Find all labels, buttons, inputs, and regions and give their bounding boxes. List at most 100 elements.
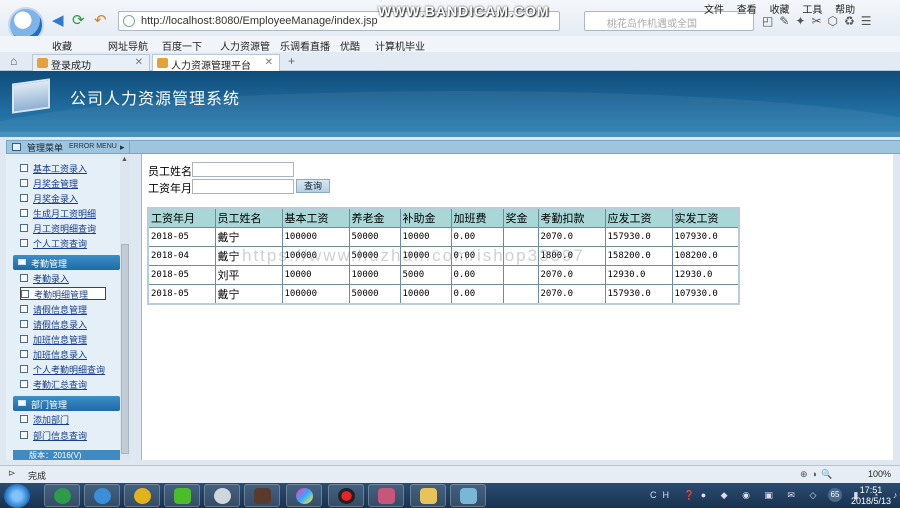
- fav-live[interactable]: 乐调看直播: [280, 38, 330, 53]
- taskbar-app-11[interactable]: [450, 484, 486, 507]
- doc-icon: [20, 274, 28, 282]
- salary-month-label: 工资年月: [148, 183, 192, 195]
- sidebar-item-leave-manage[interactable]: 请假信息管理: [20, 303, 87, 316]
- cell-gross: 158200.0: [604, 246, 673, 266]
- app-icon: [254, 488, 271, 504]
- favorites-bar: 收藏 网址导航 百度一下 人力资源管 乐调看直播 优酷 计算机毕业: [0, 36, 900, 53]
- sidebar-item-label: 考勤录入: [33, 274, 70, 284]
- status-icons[interactable]: ⊕◑🔍: [800, 469, 836, 480]
- home-icon[interactable]: ⌂: [10, 54, 17, 68]
- fav-baidu[interactable]: 百度一下: [162, 38, 202, 53]
- close-icon[interactable]: ✕: [265, 57, 273, 68]
- col-gross-pay: 应发工资: [604, 207, 673, 228]
- cell-subsidy: 10000: [399, 227, 452, 247]
- fav-youku[interactable]: 优酷: [340, 38, 360, 53]
- fav-graduate[interactable]: 计算机毕业: [375, 38, 425, 53]
- taskbar-app-7[interactable]: [286, 484, 322, 507]
- sidebar-item-generate-detail[interactable]: 生成月工资明细: [20, 207, 96, 220]
- sidebar-item-attendance-summary[interactable]: 考勤汇总查询: [20, 378, 87, 391]
- employee-name-input[interactable]: [192, 162, 294, 177]
- menu-icon: [12, 143, 21, 151]
- cell-month: 2018-05: [147, 265, 216, 285]
- cell-net: 12930.0: [671, 265, 740, 285]
- fav-hr[interactable]: 人力资源管: [220, 38, 270, 53]
- sidebar-item-label: 请假信息管理: [33, 305, 88, 315]
- doc-icon: [20, 179, 28, 187]
- sidebar-scrollbar[interactable]: ▲: [120, 154, 130, 460]
- sidebar-item-overtime-entry[interactable]: 加班信息录入: [20, 348, 87, 361]
- sidebar: 基本工资录入 月奖金管理 月奖金录入 生成月工资明细 月工资明细查询 个人工资查…: [6, 154, 130, 460]
- sidebar-item-bonus-entry[interactable]: 月奖金录入: [20, 192, 78, 205]
- address-url: http://localhost:8080/EmployeeManage/ind…: [141, 15, 378, 27]
- taskbar-app-browser[interactable]: [84, 484, 120, 507]
- cell-deduction: 2070.0: [537, 265, 606, 285]
- sidebar-item-overtime-manage[interactable]: 加班信息管理: [20, 333, 87, 346]
- sidebar-item-attendance-detail[interactable]: 考勤明细管理: [20, 287, 106, 300]
- cell-pension: 50000: [348, 227, 401, 247]
- sidebar-group-department[interactable]: 部门管理: [13, 396, 120, 411]
- refresh-icon[interactable]: ⟳: [72, 13, 85, 28]
- scrollbar-thumb[interactable]: [121, 244, 129, 454]
- undo-icon[interactable]: ↶: [94, 13, 107, 28]
- taskbar-app-record[interactable]: [328, 484, 364, 507]
- tab-login[interactable]: 登录成功 ✕: [32, 54, 150, 72]
- favorites-star-label[interactable]: 收藏: [52, 38, 72, 53]
- version-footer: 版本：2016(V): [13, 450, 120, 460]
- sidebar-group-attendance[interactable]: 考勤管理: [13, 255, 120, 270]
- taskbar-app-5[interactable]: [204, 484, 240, 507]
- cell-bonus: [502, 265, 539, 285]
- taskbar: CH ❓● ◆ ◉ ▣ ✉ ◇ ⚑ ▮ ◔ ♪ 65 17:51 2018/5/…: [0, 483, 900, 508]
- sidebar-item-label: 基本工资录入: [33, 164, 88, 174]
- tray-badge[interactable]: 65: [828, 488, 842, 502]
- zoom-level[interactable]: 100%: [868, 469, 891, 479]
- search-placeholder: 桃花岛作机遇或全国: [607, 19, 697, 30]
- col-net-pay: 实发工资: [671, 207, 740, 228]
- salary-month-input[interactable]: [192, 179, 294, 194]
- sidebar-item-department-query[interactable]: 部门信息查询: [20, 429, 87, 442]
- sidebar-title-en: ERROR MENU: [69, 143, 117, 150]
- taskbar-app-iqiyi[interactable]: [164, 484, 200, 507]
- doc-icon: [20, 350, 28, 358]
- content-header: ▸: [120, 140, 900, 154]
- taskbar-app-3[interactable]: [124, 484, 160, 507]
- sidebar-item-attendance-entry[interactable]: 考勤录入: [20, 272, 69, 285]
- toolbar-icons[interactable]: ◰✎✦✂⬡♻☰: [762, 14, 878, 28]
- back-icon[interactable]: ◀: [52, 13, 64, 28]
- cell-base: 10000: [281, 265, 350, 285]
- cell-name: 刘平: [214, 265, 283, 285]
- taskbar-app-6[interactable]: [244, 484, 280, 507]
- sidebar-item-basic-salary-entry[interactable]: 基本工资录入: [20, 162, 87, 175]
- cell-name: 戴宁: [214, 227, 283, 247]
- cell-name: 戴宁: [214, 284, 283, 305]
- taskbar-app-1[interactable]: [44, 484, 80, 507]
- app-icon: [460, 488, 477, 504]
- cell-subsidy: 10000: [399, 284, 452, 305]
- taskbar-app-folder[interactable]: [410, 484, 446, 507]
- cell-bonus: [502, 246, 539, 266]
- sidebar-group-label: 部门管理: [31, 400, 68, 410]
- start-button-icon[interactable]: [4, 484, 30, 508]
- fav-nav[interactable]: 网址导航: [108, 38, 148, 53]
- menu-view[interactable]: 查看: [737, 5, 757, 16]
- clock[interactable]: 17:51 2018/5/13: [851, 485, 891, 507]
- menu-file[interactable]: 文件: [704, 5, 724, 16]
- sidebar-item-add-department[interactable]: 添加部门: [20, 413, 69, 426]
- close-icon[interactable]: ✕: [135, 57, 143, 68]
- taskbar-app-9[interactable]: [368, 484, 404, 507]
- scroll-up-icon[interactable]: ▲: [121, 156, 128, 163]
- cell-net: 108200.0: [671, 246, 740, 266]
- sidebar-toggle-icon[interactable]: ⊳: [8, 468, 16, 479]
- new-tab-icon[interactable]: +: [288, 54, 295, 68]
- tab-hr[interactable]: 人力资源管理平台 ✕: [152, 54, 280, 72]
- sidebar-item-detail-query[interactable]: 月工资明细查询: [20, 222, 96, 235]
- sidebar-item-bonus-manage[interactable]: 月奖金管理: [20, 177, 78, 190]
- query-button[interactable]: 查询: [296, 179, 330, 193]
- sidebar-item-leave-entry[interactable]: 请假信息录入: [20, 318, 87, 331]
- cell-base: 100000: [281, 246, 350, 266]
- collapse-arrow-icon[interactable]: ▸: [120, 142, 125, 153]
- sidebar-item-personal-salary[interactable]: 个人工资查询: [20, 237, 87, 250]
- page-icon: [157, 58, 168, 68]
- col-pension: 养老金: [348, 207, 401, 228]
- sidebar-item-personal-attendance[interactable]: 个人考勤明细查询: [20, 363, 105, 376]
- sidebar-item-label: 个人工资查询: [33, 239, 88, 249]
